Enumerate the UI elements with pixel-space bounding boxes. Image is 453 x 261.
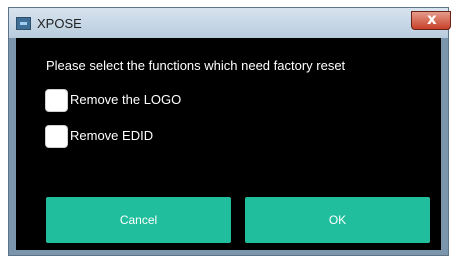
ok-button[interactable]: OK <box>245 197 430 243</box>
remove-edid-checkbox[interactable] <box>45 125 68 148</box>
remove-logo-label: Remove the LOGO <box>70 92 182 107</box>
remove-logo-checkbox[interactable] <box>45 89 68 112</box>
window-title: XPOSE <box>37 16 82 31</box>
close-button[interactable] <box>411 10 451 30</box>
app-icon <box>16 17 31 30</box>
remove-edid-label: Remove EDID <box>70 128 154 143</box>
title-bar[interactable]: XPOSE <box>9 8 451 38</box>
dialog-window: XPOSE Please select the functions which … <box>8 7 451 256</box>
reset-prompt: Please select the functions which need f… <box>46 58 346 73</box>
cancel-button[interactable]: Cancel <box>46 197 231 243</box>
dialog-content: Please select the functions which need f… <box>16 38 441 250</box>
